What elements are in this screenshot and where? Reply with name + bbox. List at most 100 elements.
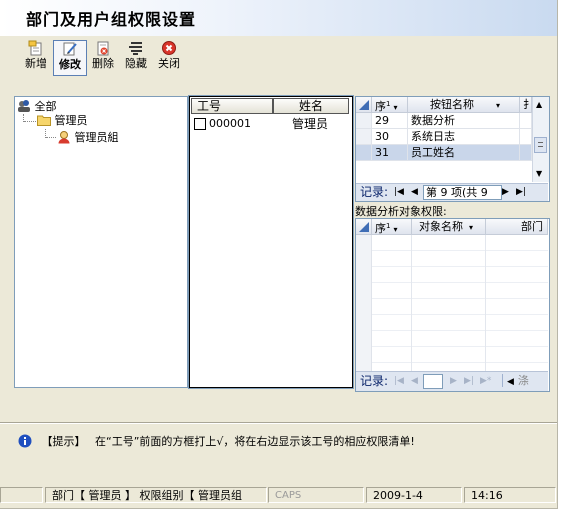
delete-file-icon xyxy=(97,41,109,56)
scroll-left-icon[interactable]: ◀ xyxy=(507,377,514,387)
title-bar: 部门及用户组权限设置 xyxy=(0,0,557,36)
sort-arrow-icon: ▾ xyxy=(393,103,398,112)
tree-item-dept[interactable]: 管理员 xyxy=(37,114,88,128)
hint-bar: 【提示】 在“工号”前面的方框打上√，将在右边显示该工号的相应权限清单! xyxy=(18,434,415,448)
col-seq-label: 序 xyxy=(375,100,386,113)
corner-triangle-icon xyxy=(359,222,369,232)
close-icon xyxy=(162,41,176,55)
tree-connector xyxy=(46,137,56,138)
empty-grid-body xyxy=(356,235,548,371)
users-group-icon xyxy=(18,100,30,112)
record-label: 记录: xyxy=(360,374,389,388)
button-name-cell: 数据分析 xyxy=(408,113,520,129)
add-button[interactable]: 新增 xyxy=(22,40,50,74)
extra-cell xyxy=(520,113,532,129)
col-header-seq[interactable]: 序1 ▾ xyxy=(372,219,412,235)
select-all-corner[interactable] xyxy=(356,219,372,235)
col-header-button-name[interactable]: 按钮名称 ▾ xyxy=(408,97,520,113)
status-date: 2009-1-4 xyxy=(366,487,462,503)
record-label: 记录: xyxy=(360,185,389,199)
seq-cell: 31 xyxy=(372,145,408,161)
first-record-icon[interactable]: |◀ xyxy=(394,372,404,390)
row-selector[interactable] xyxy=(356,129,372,145)
select-all-corner[interactable] xyxy=(356,97,372,113)
button-permission-grid[interactable]: 序1▾ 按钮名称▾ 扌 29 数据分析 30 系统日志 31 员工姓名 ▲ ▼ … xyxy=(355,96,550,202)
col-header-seq[interactable]: 序1 ▾ xyxy=(372,97,408,113)
edit-pencil-icon xyxy=(63,42,77,56)
edit-button[interactable]: 修改 xyxy=(53,40,87,76)
object-permission-title: 数据分析对象权限: xyxy=(355,205,447,218)
status-time: 14:16 xyxy=(464,487,556,503)
close-button[interactable]: 关闭 xyxy=(155,40,183,74)
seq-cell: 30 xyxy=(372,129,408,145)
user-icon xyxy=(58,131,70,144)
tree-connector xyxy=(24,121,36,122)
horizontal-scrollbar[interactable]: ◀ 涤 xyxy=(502,374,541,387)
hint-label: 【提示】 xyxy=(41,435,86,448)
record-navigator: 记录: |◀ ◀ 第 9 项(共 9 ▶ ▶| xyxy=(356,183,548,201)
status-caps: CAPS xyxy=(268,487,364,503)
prev-record-icon[interactable]: ◀ xyxy=(411,184,418,200)
table-row[interactable]: 000001 管理员 xyxy=(194,117,344,131)
last-record-icon[interactable]: ▶| xyxy=(516,184,526,200)
add-label: 新增 xyxy=(25,57,47,70)
col-header-extra[interactable]: 扌 xyxy=(520,97,532,113)
list-icon xyxy=(129,42,142,55)
vertical-scrollbar[interactable]: ▲ ▼ xyxy=(532,97,549,182)
scroll-down-icon[interactable]: ▼ xyxy=(536,169,542,178)
next-record-icon[interactable]: ▶ xyxy=(502,184,509,200)
status-cell-blank xyxy=(0,487,43,503)
new-record-icon[interactable]: ▶* xyxy=(480,372,491,390)
folder-icon xyxy=(37,115,51,126)
extra-cell xyxy=(520,145,532,161)
tree-root-label: 全部 xyxy=(34,100,57,113)
sort-arrow-icon: ▾ xyxy=(495,101,500,110)
status-dept-group: 部门【 管理员 】 权限组别【 管理员组 xyxy=(45,487,267,503)
sort-arrow-icon: ▾ xyxy=(393,225,398,234)
scroll-thumb[interactable] xyxy=(534,137,547,153)
sort-arrow-icon: ▾ xyxy=(469,223,474,232)
delete-button[interactable]: 删除 xyxy=(89,40,117,74)
scroll-tail-text: 涤 xyxy=(517,374,529,387)
window-title: 部门及用户组权限设置 xyxy=(26,10,197,29)
hide-button[interactable]: 隐藏 xyxy=(121,40,151,74)
col-header-name[interactable]: 姓名 xyxy=(273,98,349,114)
object-permission-grid[interactable]: 序1 ▾ 对象名称 ▾ 部门 记录: |◀ ◀ ▶ ▶| ▶* ◀ 涤 xyxy=(355,218,550,392)
record-position-field[interactable]: 第 9 项(共 9 xyxy=(423,185,502,200)
prev-record-icon[interactable]: ◀ xyxy=(411,372,418,390)
new-file-icon xyxy=(28,40,42,56)
user-checkbox[interactable] xyxy=(194,118,206,130)
user-id-cell: 000001 xyxy=(209,117,251,130)
col-header-object-name[interactable]: 对象名称 ▾ xyxy=(412,219,486,235)
dept-tree[interactable]: 全部 管理员 管理员組 xyxy=(14,96,188,388)
info-icon xyxy=(18,434,32,448)
button-name-cell: 系统日志 xyxy=(408,129,520,145)
col-name-label: 按钮名称 xyxy=(429,98,474,111)
tree-group-label: 管理员組 xyxy=(74,131,119,144)
row-selector[interactable] xyxy=(356,145,372,161)
record-position-field[interactable] xyxy=(423,374,443,389)
col-header-dept[interactable]: 部门 xyxy=(486,219,548,235)
first-record-icon[interactable]: |◀ xyxy=(394,184,404,200)
edit-label: 修改 xyxy=(59,58,81,71)
seq-cell: 29 xyxy=(372,113,408,129)
col-header-id[interactable]: 工号 xyxy=(191,98,273,114)
row-selector[interactable] xyxy=(356,113,372,129)
next-record-icon[interactable]: ▶ xyxy=(450,372,457,390)
col-object-label: 对象名称 xyxy=(419,220,463,233)
tree-item-group[interactable]: 管理员組 xyxy=(57,130,119,144)
col-seq-label: 序 xyxy=(375,222,386,235)
record-navigator: 记录: |◀ ◀ ▶ ▶| ▶* ◀ 涤 xyxy=(356,371,548,391)
hint-text: 在“工号”前面的方框打上√，将在右边显示该工号的相应权限清单! xyxy=(95,435,415,448)
last-record-icon[interactable]: ▶| xyxy=(464,372,474,390)
user-list[interactable]: 工号 姓名 000001 管理员 xyxy=(188,95,354,389)
scroll-up-icon[interactable]: ▲ xyxy=(536,100,542,109)
extra-cell xyxy=(520,129,532,145)
row-selector-column xyxy=(356,235,372,371)
corner-triangle-icon xyxy=(359,100,369,110)
close-label: 关闭 xyxy=(158,57,180,70)
button-name-cell: 员工姓名 xyxy=(408,145,520,161)
tree-root[interactable]: 全部 xyxy=(17,99,57,113)
delete-label: 删除 xyxy=(92,57,114,70)
hide-label: 隐藏 xyxy=(125,57,147,70)
